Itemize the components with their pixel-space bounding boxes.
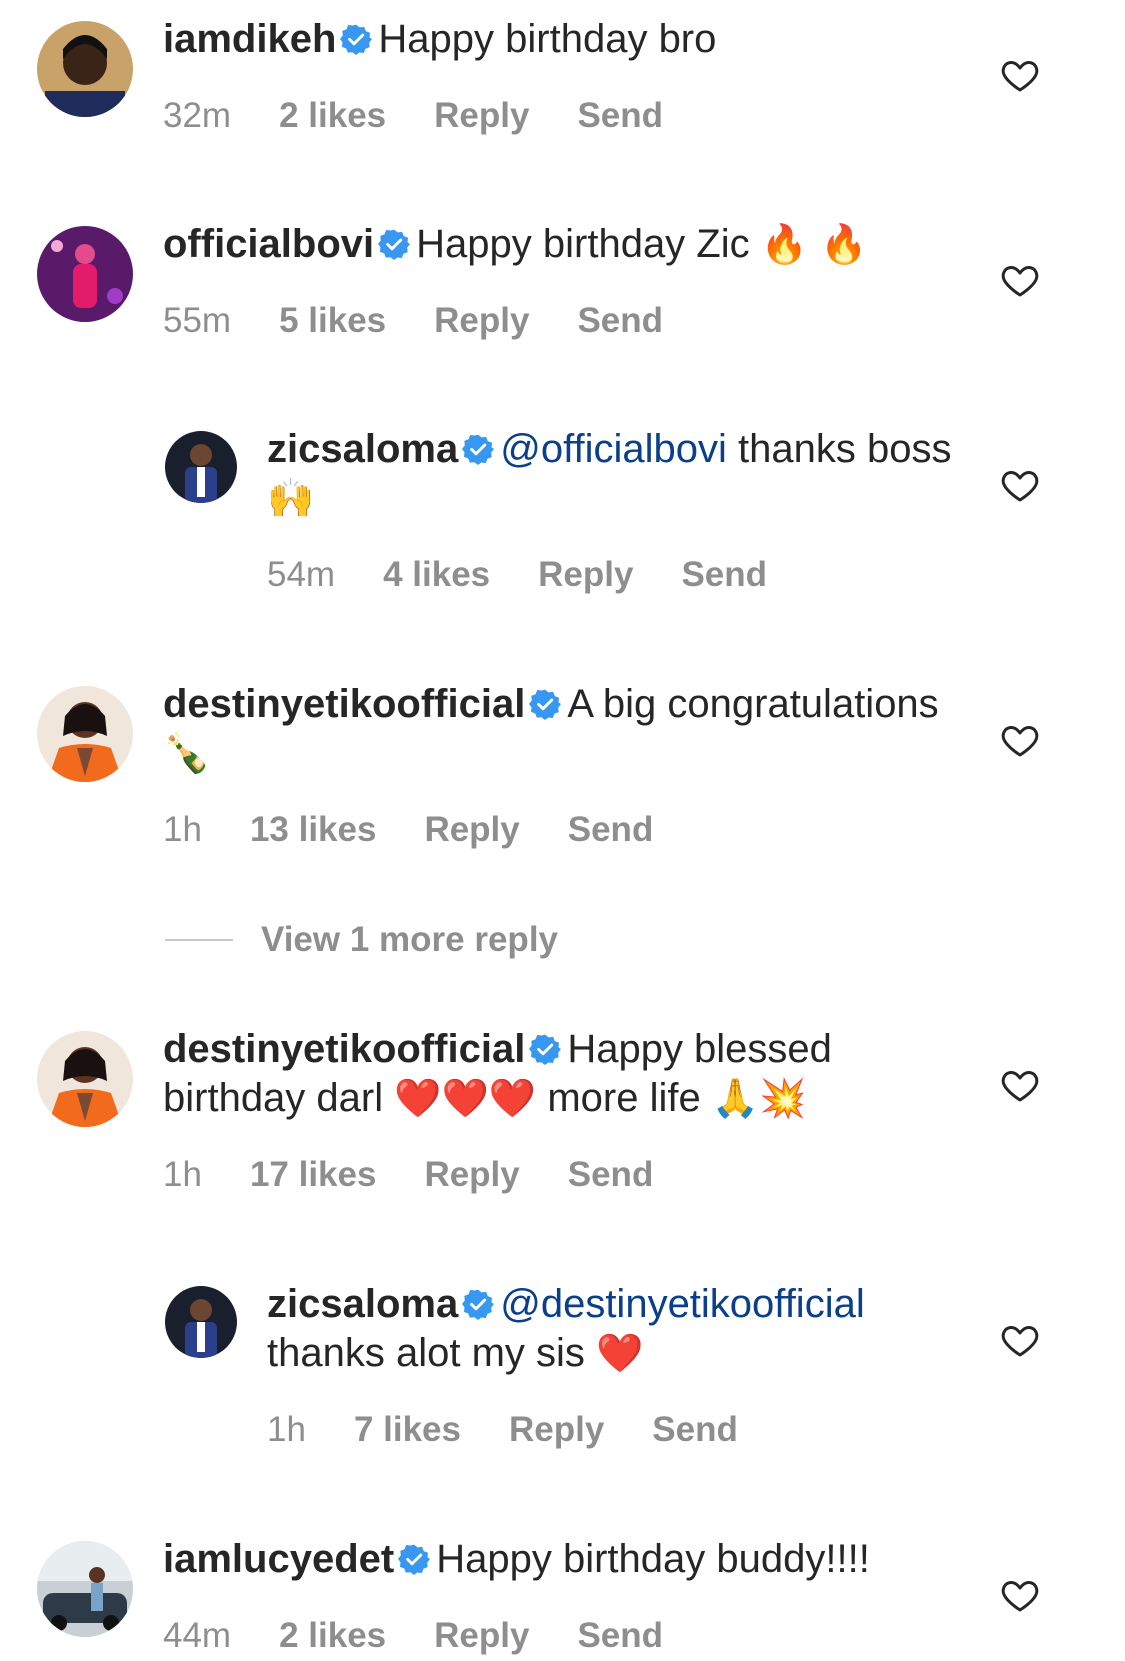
- avatar[interactable]: [165, 1286, 237, 1358]
- verified-badge-icon: [462, 1288, 495, 1320]
- avatar[interactable]: [37, 686, 133, 782]
- reply-button[interactable]: Reply: [424, 1155, 519, 1194]
- likes-count[interactable]: 13 likes: [250, 810, 377, 849]
- comment-time: 32m: [163, 96, 232, 135]
- avatar[interactable]: [165, 431, 237, 503]
- verified-badge-icon: [529, 1033, 562, 1065]
- username-link[interactable]: destinyetikoofficial: [163, 682, 525, 726]
- send-button[interactable]: Send: [568, 810, 654, 849]
- likes-count[interactable]: 2 likes: [279, 96, 386, 135]
- comment-text: destinyetikoofficial A big congratulation…: [163, 680, 975, 778]
- username-link[interactable]: zicsaloma: [267, 1282, 458, 1326]
- comment-body: Happy birthday buddy!!!!: [436, 1537, 870, 1581]
- comment-time: 54m: [267, 555, 336, 594]
- comment-meta: 54m 4 likes Reply Send: [267, 555, 975, 595]
- comment-time: 1h: [163, 1155, 202, 1194]
- comment-time: 44m: [163, 1616, 232, 1655]
- reply-button[interactable]: Reply: [434, 96, 529, 135]
- raised-hands-emoji: 🙌: [267, 476, 315, 520]
- red-heart-emoji: ❤️: [596, 1331, 644, 1375]
- send-button[interactable]: Send: [568, 1155, 654, 1194]
- avatar[interactable]: [37, 1541, 133, 1637]
- comment-body: thanks alot my sis: [267, 1331, 585, 1375]
- comment-body: thanks boss: [737, 427, 952, 471]
- comment-meta: 1h 7 likes Reply Send: [267, 1410, 975, 1450]
- username-link[interactable]: zicsaloma: [267, 427, 458, 471]
- comment-time: 55m: [163, 301, 232, 340]
- comment-meta: 44m 2 likes Reply Send: [163, 1616, 975, 1656]
- comment-time: 1h: [267, 1410, 306, 1449]
- fire-emoji: 🔥 🔥: [760, 222, 868, 266]
- comment-meta: 1h 13 likes Reply Send: [163, 810, 975, 850]
- comment-meta: 32m 2 likes Reply Send: [163, 96, 975, 136]
- comment-text: zicsaloma @officialbovi thanks boss 🙌: [267, 425, 975, 523]
- reply-button[interactable]: Reply: [434, 301, 529, 340]
- mention-link[interactable]: @destinyetikoofficial: [500, 1282, 865, 1326]
- comment-meta: 1h 17 likes Reply Send: [163, 1155, 975, 1195]
- comment-body: Happy birthday bro: [378, 17, 717, 61]
- likes-count[interactable]: 17 likes: [250, 1155, 377, 1194]
- avatar[interactable]: [37, 226, 133, 322]
- verified-badge-icon: [529, 688, 562, 720]
- mention-link[interactable]: @officialbovi: [500, 427, 727, 471]
- heart-outline-icon[interactable]: [1000, 465, 1040, 505]
- comment-body-continued: more life: [547, 1076, 701, 1120]
- view-more-replies[interactable]: View 1 more reply: [165, 915, 558, 965]
- comment-text: destinyetikoofficial Happy blessed birthd…: [163, 1025, 975, 1123]
- heart-outline-icon[interactable]: [1000, 720, 1040, 760]
- likes-count[interactable]: 4 likes: [383, 555, 490, 594]
- heart-outline-icon[interactable]: [1000, 1320, 1040, 1360]
- likes-count[interactable]: 5 likes: [279, 301, 386, 340]
- comment-text: zicsaloma @destinyetikoofficial thanks al…: [267, 1280, 975, 1378]
- username-link[interactable]: iamdikeh: [163, 17, 336, 61]
- avatar[interactable]: [37, 21, 133, 117]
- likes-count[interactable]: 7 likes: [354, 1410, 461, 1449]
- reply-button[interactable]: Reply: [434, 1616, 529, 1655]
- comment-text: iamlucyedet Happy birthday buddy!!!!: [163, 1535, 975, 1584]
- send-button[interactable]: Send: [577, 96, 663, 135]
- comment-time: 1h: [163, 810, 202, 849]
- divider: [165, 939, 233, 941]
- view-more-replies-label[interactable]: View 1 more reply: [261, 920, 558, 960]
- comment-body: A big congratulations: [567, 682, 939, 726]
- pray-collision-emoji: 🙏💥: [711, 1076, 807, 1120]
- avatar[interactable]: [37, 1031, 133, 1127]
- reply-button[interactable]: Reply: [424, 810, 519, 849]
- heart-outline-icon[interactable]: [1000, 1065, 1040, 1105]
- username-link[interactable]: iamlucyedet: [163, 1537, 394, 1581]
- verified-badge-icon: [340, 23, 373, 55]
- send-button[interactable]: Send: [652, 1410, 738, 1449]
- champagne-emoji: 🍾: [163, 731, 211, 775]
- username-link[interactable]: destinyetikoofficial: [163, 1027, 525, 1071]
- verified-badge-icon: [378, 228, 411, 260]
- send-button[interactable]: Send: [577, 1616, 663, 1655]
- send-button[interactable]: Send: [577, 301, 663, 340]
- send-button[interactable]: Send: [681, 555, 767, 594]
- username-link[interactable]: officialbovi: [163, 222, 374, 266]
- reply-button[interactable]: Reply: [538, 555, 633, 594]
- red-heart-emoji: ❤️❤️❤️: [394, 1076, 537, 1120]
- comment-meta: 55m 5 likes Reply Send: [163, 301, 975, 341]
- comment-text: officialbovi Happy birthday Zic 🔥 🔥: [163, 220, 975, 269]
- heart-outline-icon[interactable]: [1000, 260, 1040, 300]
- heart-outline-icon[interactable]: [1000, 1575, 1040, 1615]
- verified-badge-icon: [398, 1543, 431, 1575]
- likes-count[interactable]: 2 likes: [279, 1616, 386, 1655]
- comment-body: Happy birthday Zic: [416, 222, 750, 266]
- heart-outline-icon[interactable]: [1000, 55, 1040, 95]
- verified-badge-icon: [462, 433, 495, 465]
- reply-button[interactable]: Reply: [509, 1410, 604, 1449]
- comment-text: iamdikeh Happy birthday bro: [163, 15, 975, 64]
